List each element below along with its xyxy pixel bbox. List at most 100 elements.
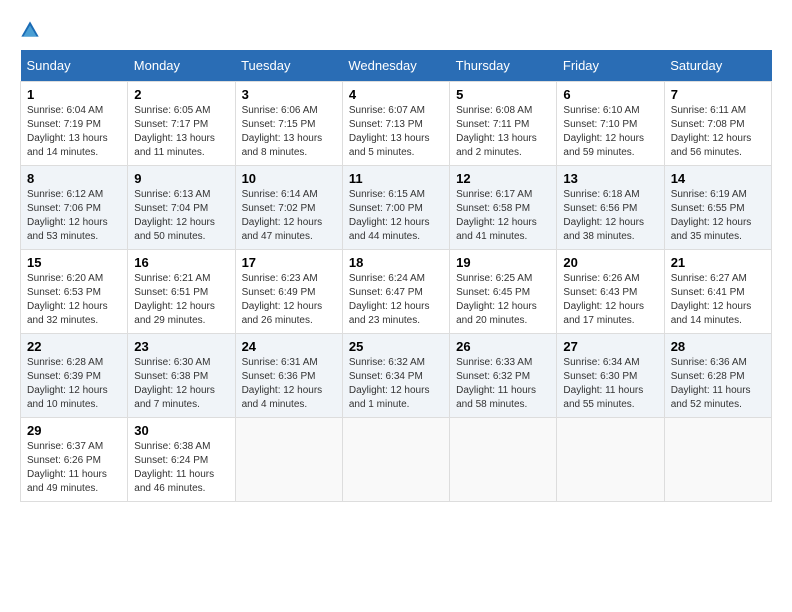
day-header-wednesday: Wednesday bbox=[342, 50, 449, 82]
day-info: Sunrise: 6:10 AMSunset: 7:10 PMDaylight:… bbox=[563, 104, 657, 160]
calendar-cell: 10 Sunrise: 6:14 AMSunset: 7:02 PMDayligh… bbox=[235, 166, 342, 250]
day-number: 29 bbox=[27, 423, 121, 438]
day-number: 17 bbox=[242, 255, 336, 270]
day-info: Sunrise: 6:06 AMSunset: 7:15 PMDaylight:… bbox=[242, 104, 336, 160]
calendar-cell: 30 Sunrise: 6:38 AMSunset: 6:24 PMDayligh… bbox=[128, 418, 235, 502]
calendar-cell: 14Sunrise: 6:19 AMSunset: 6:55 PMDayligh… bbox=[664, 166, 771, 250]
calendar-cell: 23 Sunrise: 6:30 AMSunset: 6:38 PMDayligh… bbox=[128, 334, 235, 418]
calendar-cell: 12 Sunrise: 6:17 AMSunset: 6:58 PMDayligh… bbox=[450, 166, 557, 250]
day-number: 20 bbox=[563, 255, 657, 270]
days-header-row: SundayMondayTuesdayWednesdayThursdayFrid… bbox=[21, 50, 772, 82]
day-number: 10 bbox=[242, 171, 336, 186]
calendar-cell: 6 Sunrise: 6:10 AMSunset: 7:10 PMDaylight… bbox=[557, 82, 664, 166]
day-info: Sunrise: 6:31 AMSunset: 6:36 PMDaylight:… bbox=[242, 356, 336, 412]
day-number: 2 bbox=[134, 87, 228, 102]
calendar-week-1: 1 Sunrise: 6:04 AMSunset: 7:19 PMDaylight… bbox=[21, 82, 772, 166]
calendar-cell: 26 Sunrise: 6:33 AMSunset: 6:32 PMDayligh… bbox=[450, 334, 557, 418]
day-info: Sunrise: 6:26 AMSunset: 6:43 PMDaylight:… bbox=[563, 272, 657, 328]
day-info: Sunrise: 6:23 AMSunset: 6:49 PMDaylight:… bbox=[242, 272, 336, 328]
day-number: 3 bbox=[242, 87, 336, 102]
day-header-tuesday: Tuesday bbox=[235, 50, 342, 82]
day-number: 26 bbox=[456, 339, 550, 354]
day-number: 5 bbox=[456, 87, 550, 102]
day-info: Sunrise: 6:30 AMSunset: 6:38 PMDaylight:… bbox=[134, 356, 228, 412]
day-number: 12 bbox=[456, 171, 550, 186]
day-info: Sunrise: 6:32 AMSunset: 6:34 PMDaylight:… bbox=[349, 356, 443, 412]
day-info: Sunrise: 6:14 AMSunset: 7:02 PMDaylight:… bbox=[242, 188, 336, 244]
calendar-cell: 17 Sunrise: 6:23 AMSunset: 6:49 PMDayligh… bbox=[235, 250, 342, 334]
day-number: 7 bbox=[671, 87, 765, 102]
day-number: 22 bbox=[27, 339, 121, 354]
calendar-cell: 25 Sunrise: 6:32 AMSunset: 6:34 PMDayligh… bbox=[342, 334, 449, 418]
calendar-cell: 7 Sunrise: 6:11 AMSunset: 7:08 PMDaylight… bbox=[664, 82, 771, 166]
day-number: 8 bbox=[27, 171, 121, 186]
calendar-week-4: 22Sunrise: 6:28 AMSunset: 6:39 PMDayligh… bbox=[21, 334, 772, 418]
calendar-cell: 4 Sunrise: 6:07 AMSunset: 7:13 PMDaylight… bbox=[342, 82, 449, 166]
day-info: Sunrise: 6:36 AMSunset: 6:28 PMDaylight:… bbox=[671, 356, 765, 412]
day-number: 11 bbox=[349, 171, 443, 186]
calendar-cell bbox=[450, 418, 557, 502]
day-info: Sunrise: 6:08 AMSunset: 7:11 PMDaylight:… bbox=[456, 104, 550, 160]
calendar-cell: 28 Sunrise: 6:36 AMSunset: 6:28 PMDayligh… bbox=[664, 334, 771, 418]
day-number: 30 bbox=[134, 423, 228, 438]
day-number: 28 bbox=[671, 339, 765, 354]
day-info: Sunrise: 6:37 AMSunset: 6:26 PMDaylight:… bbox=[27, 440, 121, 496]
day-info: Sunrise: 6:11 AMSunset: 7:08 PMDaylight:… bbox=[671, 104, 765, 160]
calendar-cell: 3 Sunrise: 6:06 AMSunset: 7:15 PMDaylight… bbox=[235, 82, 342, 166]
day-info: Sunrise: 6:20 AMSunset: 6:53 PMDaylight:… bbox=[27, 272, 121, 328]
calendar-cell: 2Sunrise: 6:05 AMSunset: 7:17 PMDaylight… bbox=[128, 82, 235, 166]
day-number: 6 bbox=[563, 87, 657, 102]
calendar-cell bbox=[664, 418, 771, 502]
day-number: 15 bbox=[27, 255, 121, 270]
day-info: Sunrise: 6:17 AMSunset: 6:58 PMDaylight:… bbox=[456, 188, 550, 244]
day-number: 24 bbox=[242, 339, 336, 354]
calendar-table: SundayMondayTuesdayWednesdayThursdayFrid… bbox=[20, 50, 772, 502]
day-header-sunday: Sunday bbox=[21, 50, 128, 82]
day-number: 13 bbox=[563, 171, 657, 186]
day-number: 1 bbox=[27, 87, 121, 102]
calendar-week-5: 29 Sunrise: 6:37 AMSunset: 6:26 PMDayligh… bbox=[21, 418, 772, 502]
day-number: 27 bbox=[563, 339, 657, 354]
day-info: Sunrise: 6:15 AMSunset: 7:00 PMDaylight:… bbox=[349, 188, 443, 244]
calendar-cell: 20 Sunrise: 6:26 AMSunset: 6:43 PMDayligh… bbox=[557, 250, 664, 334]
calendar-cell: 21Sunrise: 6:27 AMSunset: 6:41 PMDayligh… bbox=[664, 250, 771, 334]
day-number: 25 bbox=[349, 339, 443, 354]
day-header-saturday: Saturday bbox=[664, 50, 771, 82]
day-number: 4 bbox=[349, 87, 443, 102]
calendar-cell: 1 Sunrise: 6:04 AMSunset: 7:19 PMDaylight… bbox=[21, 82, 128, 166]
day-info: Sunrise: 6:25 AMSunset: 6:45 PMDaylight:… bbox=[456, 272, 550, 328]
calendar-cell: 16Sunrise: 6:21 AMSunset: 6:51 PMDayligh… bbox=[128, 250, 235, 334]
calendar-cell: 9 Sunrise: 6:13 AMSunset: 7:04 PMDaylight… bbox=[128, 166, 235, 250]
calendar-cell: 22Sunrise: 6:28 AMSunset: 6:39 PMDayligh… bbox=[21, 334, 128, 418]
day-header-monday: Monday bbox=[128, 50, 235, 82]
day-header-thursday: Thursday bbox=[450, 50, 557, 82]
day-info: Sunrise: 6:07 AMSunset: 7:13 PMDaylight:… bbox=[349, 104, 443, 160]
calendar-cell: 27Sunrise: 6:34 AMSunset: 6:30 PMDayligh… bbox=[557, 334, 664, 418]
day-info: Sunrise: 6:18 AMSunset: 6:56 PMDaylight:… bbox=[563, 188, 657, 244]
calendar-cell: 11 Sunrise: 6:15 AMSunset: 7:00 PMDayligh… bbox=[342, 166, 449, 250]
calendar-cell bbox=[342, 418, 449, 502]
day-number: 18 bbox=[349, 255, 443, 270]
day-number: 9 bbox=[134, 171, 228, 186]
logo-icon bbox=[20, 20, 40, 40]
calendar-cell: 15 Sunrise: 6:20 AMSunset: 6:53 PMDayligh… bbox=[21, 250, 128, 334]
day-info: Sunrise: 6:38 AMSunset: 6:24 PMDaylight:… bbox=[134, 440, 228, 496]
day-number: 23 bbox=[134, 339, 228, 354]
calendar-week-3: 15 Sunrise: 6:20 AMSunset: 6:53 PMDayligh… bbox=[21, 250, 772, 334]
calendar-cell bbox=[557, 418, 664, 502]
page-header bbox=[20, 20, 772, 40]
day-info: Sunrise: 6:33 AMSunset: 6:32 PMDaylight:… bbox=[456, 356, 550, 412]
day-info: Sunrise: 6:04 AMSunset: 7:19 PMDaylight:… bbox=[27, 104, 121, 160]
logo bbox=[20, 20, 44, 40]
day-header-friday: Friday bbox=[557, 50, 664, 82]
day-info: Sunrise: 6:21 AMSunset: 6:51 PMDaylight:… bbox=[134, 272, 228, 328]
calendar-cell: 18Sunrise: 6:24 AMSunset: 6:47 PMDayligh… bbox=[342, 250, 449, 334]
calendar-cell bbox=[235, 418, 342, 502]
day-number: 14 bbox=[671, 171, 765, 186]
day-number: 21 bbox=[671, 255, 765, 270]
calendar-cell: 19Sunrise: 6:25 AMSunset: 6:45 PMDayligh… bbox=[450, 250, 557, 334]
calendar-cell: 5 Sunrise: 6:08 AMSunset: 7:11 PMDaylight… bbox=[450, 82, 557, 166]
day-info: Sunrise: 6:12 AMSunset: 7:06 PMDaylight:… bbox=[27, 188, 121, 244]
calendar-cell: 8 Sunrise: 6:12 AMSunset: 7:06 PMDaylight… bbox=[21, 166, 128, 250]
day-info: Sunrise: 6:13 AMSunset: 7:04 PMDaylight:… bbox=[134, 188, 228, 244]
